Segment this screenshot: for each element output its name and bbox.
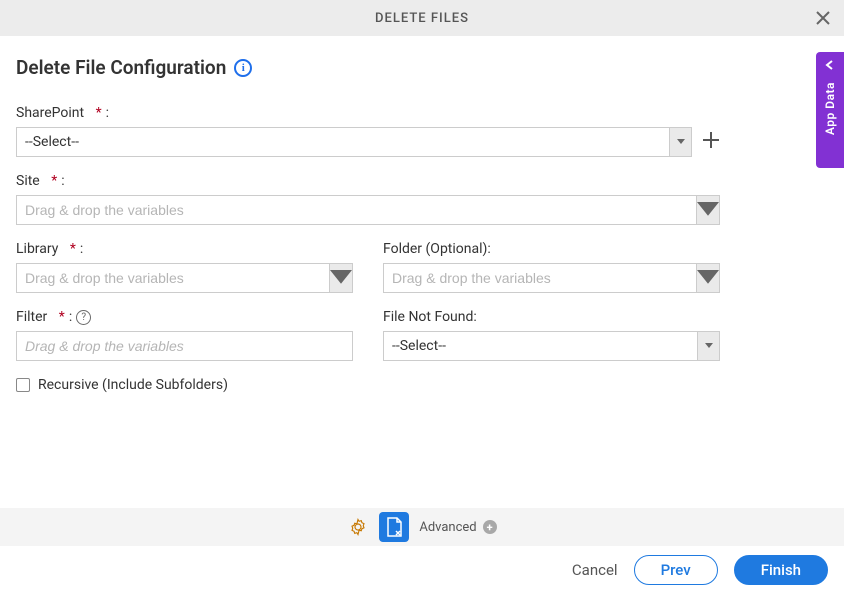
help-icon[interactable]: ? [76,310,91,325]
chevron-down-icon [669,128,691,156]
close-button[interactable] [814,9,832,27]
app-data-label: App Data [823,82,837,135]
folder-input[interactable] [392,264,696,292]
required-mark: * [59,309,65,325]
sharepoint-label: SharePoint *: [16,105,692,121]
close-icon [816,11,830,25]
library-dropdown-toggle[interactable] [329,263,353,293]
file-config-button[interactable] [379,512,409,542]
finish-button[interactable]: Finish [734,555,828,585]
add-sharepoint-button[interactable] [702,131,720,157]
chevron-down-icon [330,270,352,287]
cancel-button[interactable]: Cancel [572,561,618,579]
gear-icon [349,518,367,536]
advanced-toolbar: Advanced + [0,508,844,546]
filter-input[interactable] [25,332,352,360]
sharepoint-value: --Select-- [25,134,79,150]
chevron-down-icon [697,202,719,219]
recursive-label: Recursive (Include Subfolders) [38,377,228,393]
recursive-checkbox[interactable] [16,378,30,392]
required-mark: * [51,173,57,189]
chevron-down-icon [697,270,719,287]
library-input[interactable] [25,264,329,292]
settings-button[interactable] [347,516,369,538]
folder-dropdown-toggle[interactable] [696,263,720,293]
plus-circle-icon: + [483,520,497,534]
site-dropdown-toggle[interactable] [696,195,720,225]
required-mark: * [70,241,76,257]
dialog-title: DELETE FILES [375,11,469,26]
file-not-found-value: --Select-- [392,338,446,354]
library-label: Library *: [16,241,353,257]
app-data-tab[interactable]: App Data [816,52,844,168]
chevron-down-icon [697,332,719,360]
info-icon[interactable]: i [234,59,252,77]
advanced-toggle[interactable]: Advanced + [419,520,496,535]
sharepoint-select[interactable]: --Select-- [16,127,692,157]
site-label: Site *: [16,173,720,189]
dialog-header: DELETE FILES [0,0,844,36]
footer-buttons: Cancel Prev Finish [0,546,844,594]
chevron-left-icon [825,60,835,70]
filter-label: Filter *: ? [16,309,353,325]
file-not-found-label: File Not Found: [383,309,720,325]
site-input[interactable] [25,196,696,224]
recursive-checkbox-row: Recursive (Include Subfolders) [16,377,720,393]
content-area: Delete File Configuration i SharePoint *… [0,36,844,393]
page-title-row: Delete File Configuration i [16,56,820,79]
folder-label: Folder (Optional): [383,241,720,257]
plus-icon [702,131,720,149]
required-mark: * [96,105,102,121]
page-title: Delete File Configuration [16,56,226,79]
file-not-found-select[interactable]: --Select-- [383,331,720,361]
prev-button[interactable]: Prev [634,555,718,585]
file-x-icon [385,517,403,537]
